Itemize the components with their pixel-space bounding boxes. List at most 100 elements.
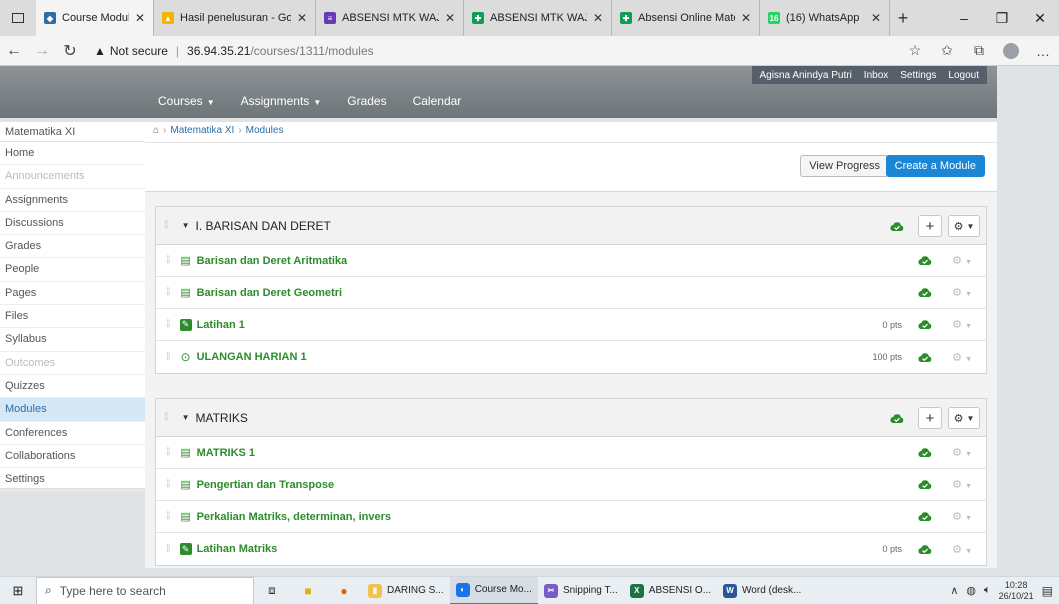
sidebar-item-conferences[interactable]: Conferences xyxy=(0,422,145,445)
item-settings-button[interactable]: ⚙ ▼ xyxy=(952,510,972,523)
sidebar-item-settings[interactable]: Settings xyxy=(0,468,145,492)
browser-tab[interactable]: ✚ Absensi Online Mater ✕ xyxy=(612,0,760,36)
user-name-link[interactable]: Agisna Anindya Putri xyxy=(760,70,852,81)
module-item[interactable]: ⁞⁞ ✎ Latihan 1 0 pts ⚙ ▼ xyxy=(156,309,986,341)
module-settings-button[interactable]: ⚙ ▼ xyxy=(948,407,980,429)
windows-start-icon[interactable]: ⊞ xyxy=(0,583,36,599)
browser-tab[interactable]: 16 (16) WhatsApp ✕ xyxy=(760,0,890,36)
item-published-button[interactable] xyxy=(918,319,932,330)
item-settings-button[interactable]: ⚙ ▼ xyxy=(952,254,972,267)
firefox-icon[interactable]: ● xyxy=(326,584,362,598)
module-item[interactable]: ⁞⁞ ▤ Barisan dan Deret Geometri ⚙ ▼ xyxy=(156,277,986,309)
task-view-icon[interactable]: ⧈ xyxy=(254,583,290,598)
published-cloud-button[interactable] xyxy=(890,221,912,232)
notification-icon[interactable]: ▤ xyxy=(1042,584,1053,598)
nav-grades[interactable]: Grades xyxy=(347,94,386,108)
item-settings-button[interactable]: ⚙ ▼ xyxy=(952,286,972,299)
module-settings-button[interactable]: ⚙ ▼ xyxy=(948,215,980,237)
tray-chevron-icon[interactable]: ∧ xyxy=(950,584,958,597)
taskbar-app[interactable]: X ABSENSI O... xyxy=(624,577,717,604)
profile-avatar[interactable] xyxy=(1003,42,1019,59)
add-item-button[interactable]: + xyxy=(918,215,942,237)
sidebar-item-discussions[interactable]: Discussions xyxy=(0,212,145,236)
close-window-icon[interactable]: ✕ xyxy=(1021,10,1059,27)
more-menu-icon[interactable]: … xyxy=(1027,43,1059,59)
published-cloud-button[interactable] xyxy=(890,413,912,424)
collections-icon[interactable]: ⧉ xyxy=(963,42,995,59)
drag-handle-icon[interactable]: ⁞⁞ xyxy=(166,544,170,555)
item-published-button[interactable] xyxy=(918,511,932,522)
volume-icon[interactable]: 🔈︎ xyxy=(984,584,991,597)
drag-handle-icon[interactable]: ⁞⁞ xyxy=(166,511,170,522)
view-progress-button[interactable]: View Progress xyxy=(800,155,889,177)
bookmark-star-icon[interactable]: ☆ xyxy=(899,42,931,59)
nav-calendar[interactable]: Calendar xyxy=(413,94,462,108)
reload-icon[interactable]: ↻ xyxy=(56,41,84,61)
module-item-title[interactable]: Latihan 1 xyxy=(197,319,245,331)
browser-tab[interactable]: ✚ ABSENSI MTK WAJIB S ✕ xyxy=(464,0,612,36)
create-module-button[interactable]: Create a Module xyxy=(885,155,985,177)
add-item-button[interactable]: + xyxy=(918,407,942,429)
item-published-button[interactable] xyxy=(918,255,932,266)
sidebar-item-assignments[interactable]: Assignments xyxy=(0,189,145,212)
back-icon[interactable]: ← xyxy=(0,42,28,60)
item-settings-button[interactable]: ⚙ ▼ xyxy=(952,446,972,459)
item-published-button[interactable] xyxy=(918,479,932,490)
taskbar-app[interactable]: ✂ Snipping T... xyxy=(538,577,624,604)
breadcrumb-page[interactable]: Modules xyxy=(246,125,284,136)
sidebar-item-syllabus[interactable]: Syllabus xyxy=(0,328,145,352)
breadcrumb-course[interactable]: Matematika XI xyxy=(170,125,234,136)
new-tab-button[interactable]: + xyxy=(890,8,916,29)
taskbar-app[interactable]: ◐ Course Mo... xyxy=(449,576,538,604)
sidebar-item-files[interactable]: Files xyxy=(0,305,145,329)
window-menu-icon[interactable] xyxy=(0,0,36,36)
minimize-icon[interactable]: – xyxy=(945,10,983,27)
restore-icon[interactable]: ❐ xyxy=(983,10,1021,27)
drag-handle-icon[interactable]: ⁞⁞ xyxy=(166,319,170,330)
browser-tab[interactable]: ◆ Course Modules: Mate ✕ xyxy=(36,0,154,36)
item-published-button[interactable] xyxy=(918,544,932,555)
sidebar-item-pages[interactable]: Pages xyxy=(0,282,145,306)
taskbar-app[interactable]: ▮ DARING S... xyxy=(362,577,450,604)
close-tab-icon[interactable]: ✕ xyxy=(297,11,307,25)
drag-handle-icon[interactable]: ⁞⁞ xyxy=(164,220,168,231)
item-published-button[interactable] xyxy=(918,352,932,363)
item-published-button[interactable] xyxy=(918,287,932,298)
drag-handle-icon[interactable]: ⁞⁞ xyxy=(166,479,170,490)
logout-link[interactable]: Logout xyxy=(948,70,979,81)
module-item-title[interactable]: MATRIKS 1 xyxy=(197,447,255,459)
sidebar-course-title[interactable]: Matematika XI xyxy=(0,122,145,142)
collapse-caret-icon[interactable]: ▼ xyxy=(182,413,190,422)
inbox-link[interactable]: Inbox xyxy=(864,70,888,81)
sidebar-item-quizzes[interactable]: Quizzes xyxy=(0,375,145,399)
module-item[interactable]: ⁞⁞ ✎ Latihan Matriks 0 pts ⚙ ▼ xyxy=(156,533,986,565)
browser-tab[interactable]: ▲ Hasil penelusuran - Go ✕ xyxy=(154,0,316,36)
module-item-title[interactable]: Latihan Matriks xyxy=(197,543,278,555)
close-tab-icon[interactable]: ✕ xyxy=(135,11,145,25)
module-item[interactable]: ⁞⁞ ▤ Pengertian dan Transpose ⚙ ▼ xyxy=(156,469,986,501)
sidebar-item-modules[interactable]: Modules xyxy=(0,398,145,422)
close-tab-icon[interactable]: ✕ xyxy=(593,11,603,25)
module-item-title[interactable]: Barisan dan Deret Aritmatika xyxy=(197,255,348,267)
taskbar-search-input[interactable]: ⌕ Type here to search xyxy=(36,576,254,604)
module-item[interactable]: ⁞⁞ ▤ MATRIKS 1 ⚙ ▼ xyxy=(156,437,986,469)
drag-handle-icon[interactable]: ⁞⁞ xyxy=(164,412,168,423)
module-header[interactable]: ⁞⁞ ▼ I. BARISAN DAN DERET + ⚙ ▼ xyxy=(156,207,986,245)
module-item-title[interactable]: Perkalian Matriks, determinan, invers xyxy=(197,511,391,523)
item-settings-button[interactable]: ⚙ ▼ xyxy=(952,318,972,331)
item-settings-button[interactable]: ⚙ ▼ xyxy=(952,543,972,556)
module-item[interactable]: ⁞⁞ ▤ Perkalian Matriks, determinan, invers… xyxy=(156,501,986,533)
sidebar-item-home[interactable]: Home xyxy=(0,142,145,166)
drag-handle-icon[interactable]: ⁞⁞ xyxy=(166,255,170,266)
close-tab-icon[interactable]: ✕ xyxy=(741,11,751,25)
sidebar-item-collaborations[interactable]: Collaborations xyxy=(0,445,145,469)
module-item-title[interactable]: Pengertian dan Transpose xyxy=(197,479,335,491)
drag-handle-icon[interactable]: ⁞⁞ xyxy=(166,447,170,458)
url-field[interactable]: ▲ Not secure | 36.94.35.21/courses/1311/… xyxy=(90,39,870,63)
nav-courses[interactable]: Courses ▼ xyxy=(158,94,215,108)
home-icon[interactable]: ⌂ xyxy=(153,125,159,136)
drag-handle-icon[interactable]: ⁞⁞ xyxy=(166,287,170,298)
nav-assignments[interactable]: Assignments ▼ xyxy=(241,94,322,108)
item-settings-button[interactable]: ⚙ ▼ xyxy=(952,478,972,491)
sidebar-item-grades[interactable]: Grades xyxy=(0,235,145,259)
